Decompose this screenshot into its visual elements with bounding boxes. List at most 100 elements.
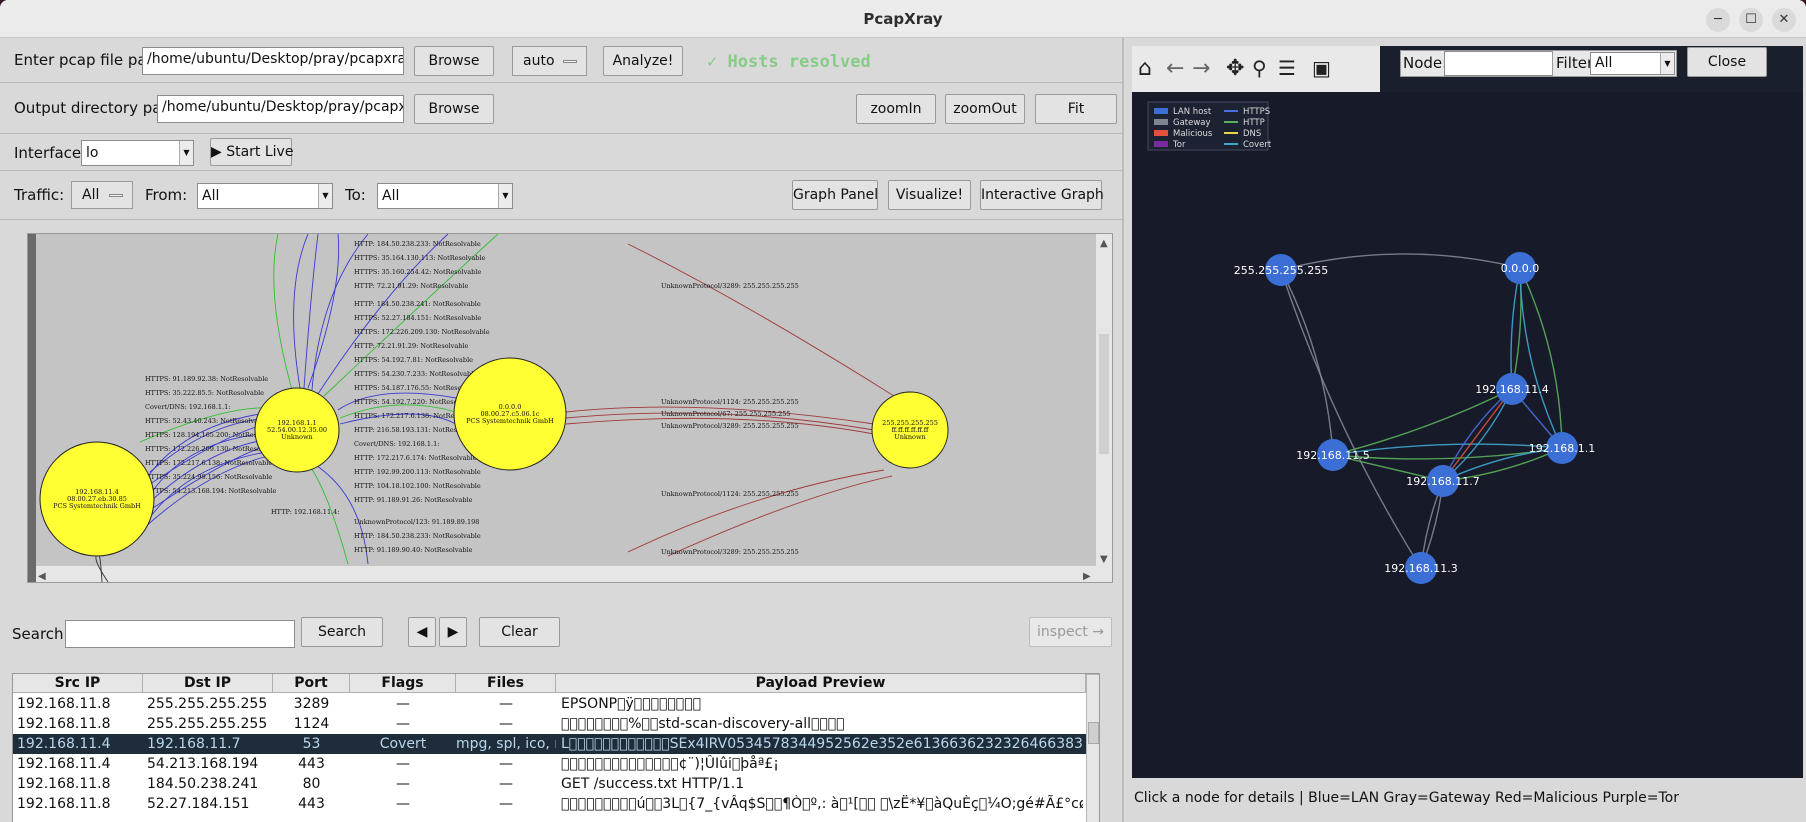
node-label: Unknown (894, 433, 925, 441)
static-graph-canvas: ▲ ▼ ◀ ▶ HTTPS: 91.189.92.38: NotResolvab… (28, 234, 1112, 582)
table-row[interactable]: 192.168.11.8 52.27.184.151 443 — —          ú… (13, 794, 1099, 814)
table-row[interactable]: 192.168.11.4 54.213.168.194 443 — —          … (13, 754, 1099, 774)
filter-select[interactable]: All ▼ (1590, 52, 1675, 75)
from-label: From: (145, 186, 188, 204)
zoom-in-button[interactable]: zoomIn (856, 94, 936, 124)
status-text: ✓ Hosts resolved (707, 52, 871, 72)
col-src-ip[interactable]: Src IP (13, 674, 143, 693)
fit-button[interactable]: Fit (1035, 94, 1117, 124)
table-cell: — (396, 796, 410, 812)
graph-edge (273, 234, 293, 391)
traffic-label: Traffic: (14, 186, 65, 204)
forward-icon[interactable]: → (1192, 56, 1210, 81)
table-cell: 3289 (293, 696, 330, 712)
table-cell: 192.168.11.8 (17, 796, 111, 812)
edge-label: UnknownProtocol/1124: 255.255.255.255 (661, 398, 799, 406)
to-label: To: (345, 186, 366, 204)
table-cell: 192.168.11.7 (147, 736, 241, 752)
edge-label: Covert/DNS: 192.168.1.1: (145, 403, 230, 411)
legend-node-swatch (1154, 119, 1168, 125)
col-port[interactable]: Port (273, 674, 350, 693)
filter-value: All (1595, 55, 1613, 71)
table-cell: 184.50.238.241 (147, 776, 259, 792)
browse-pcap-button[interactable]: Browse (414, 46, 494, 76)
col-flags[interactable]: Flags (350, 674, 456, 693)
mode-select[interactable]: auto (512, 46, 587, 76)
edge-label: HTTPS: 54.192.7.81: NotResolvable (354, 356, 473, 364)
to-value: All (382, 188, 400, 204)
to-select[interactable]: All ▼ (377, 183, 513, 209)
table-cell:         %  std-scan-discovery-all     (561, 716, 845, 732)
svg-text:▼: ▼ (1100, 554, 1108, 565)
node-label: Unknown (281, 433, 312, 441)
graph-panel-button[interactable]: Graph Panel (792, 180, 878, 210)
legend-node-label: LAN host (1173, 107, 1212, 117)
start-live-button[interactable]: ▶ Start Live (210, 138, 293, 166)
interface-select[interactable]: lo ▼ (81, 140, 194, 166)
main-panel: Enter pcap file path: /home/ubuntu/Deskt… (0, 38, 1122, 822)
table-cell: 192.168.11.8 (17, 776, 111, 792)
graph-edge (307, 234, 340, 389)
prev-result-button[interactable]: ◀ (408, 617, 436, 647)
node-label: 255.255.255.255 (1234, 264, 1328, 277)
table-row[interactable]: 192.168.11.8 255.255.255.255 3289 — — EPSONP … (13, 694, 1099, 714)
edge-label: HTTP: 72.21.91.29: NotResolvable (354, 342, 468, 350)
zoom-icon[interactable]: ⚲ (1252, 56, 1267, 80)
table-cell: 192.168.11.4 (17, 736, 111, 752)
legend-node-swatch (1154, 108, 1168, 114)
edge-label: HTTP: 104.18.102.100: NotResolvable (354, 482, 481, 490)
visualize-button[interactable]: Visualize! (888, 180, 971, 210)
static-graph-view[interactable]: ▲ ▼ ◀ ▶ HTTPS: 91.189.92.38: NotResolvab… (27, 233, 1113, 583)
edge-label: HTTP: 192.99.200.113: NotResolvable (354, 468, 481, 476)
node-label: Node: (1403, 54, 1448, 72)
search-input[interactable] (65, 620, 295, 648)
table-cell: — (499, 716, 513, 732)
clear-button[interactable]: Clear (479, 617, 560, 647)
legend-edge-label: HTTP (1243, 118, 1265, 128)
close-panel-button[interactable]: Close (1687, 47, 1767, 77)
table-scroll-thumb[interactable] (1088, 722, 1099, 744)
table-row[interactable]: 192.168.11.4 192.168.11.7 53 Covert mpg, spl… (13, 734, 1099, 754)
browse-output-button[interactable]: Browse (414, 94, 494, 124)
inspect-button[interactable]: inspect → (1029, 617, 1112, 647)
next-result-button[interactable]: ▶ (439, 617, 467, 647)
edge-label: HTTPS: 54.230.7.233: NotResolvable (354, 370, 477, 378)
pan-icon[interactable]: ✥ (1226, 56, 1244, 81)
output-path-input[interactable]: /home/ubuntu/Desktop/pray/pcapxray (157, 95, 404, 123)
pcap-path-input[interactable]: /home/ubuntu/Desktop/pray/pcapxray/S (142, 47, 404, 75)
maximize-button[interactable]: ☐ (1739, 8, 1763, 32)
interactive-graph-button[interactable]: Interactive Graph (980, 180, 1104, 210)
mode-value: auto (523, 53, 555, 69)
legend-node-label: Malicious (1173, 129, 1213, 139)
traffic-select[interactable]: All (71, 181, 133, 209)
save-icon[interactable]: ▣ (1312, 56, 1331, 80)
col-payload[interactable]: Payload Preview (556, 674, 1086, 693)
node-label: PCS Systemtechnik GmbH (466, 417, 554, 425)
configure-icon[interactable]: ☰ (1278, 56, 1296, 80)
interactive-graph-view[interactable]: LAN host Gateway Malicious Tor HTTPS HTTP DNS C… (1132, 92, 1803, 778)
analyze-button[interactable]: Analyze! (603, 46, 683, 76)
col-dst-ip[interactable]: Dst IP (143, 674, 273, 693)
edge-label: HTTPS: 35.164.130.113: NotResolvable (354, 254, 486, 262)
table-row[interactable]: 192.168.11.8 184.50.238.241 80 — — GET /succe… (13, 774, 1099, 794)
table-row[interactable]: 192.168.11.8 255.255.255.255 1124 — —        … (13, 714, 1099, 734)
legend-edge-label: DNS (1243, 129, 1261, 139)
edge-label: Covert/DNS: 192.168.1.1: (354, 440, 439, 448)
from-select[interactable]: All ▼ (197, 183, 333, 209)
edge-label: HTTPS: 54.213.168.194: NotResolvable (145, 487, 277, 495)
table-scrollbar[interactable] (1086, 674, 1099, 822)
home-icon[interactable]: ⌂ (1138, 56, 1152, 81)
minimize-button[interactable]: ─ (1706, 8, 1730, 32)
col-files[interactable]: Files (456, 674, 556, 693)
app-window: PcapXray ─ ☐ ✕ Enter pcap file path: /ho… (0, 0, 1806, 822)
search-button[interactable]: Search (301, 617, 383, 647)
back-icon[interactable]: ← (1166, 56, 1184, 81)
node-input[interactable] (1444, 51, 1560, 76)
zoom-out-button[interactable]: zoomOut (945, 94, 1025, 124)
edge-label: HTTP: 91.189.91.26: NotResolvable (354, 496, 473, 504)
table-cell: — (499, 796, 513, 812)
close-window-button[interactable]: ✕ (1772, 8, 1796, 32)
graph-edge (1280, 269, 1334, 456)
table-cell: — (396, 776, 410, 792)
edge-label: UnknownProtocol/123: 91.189.89.198 (354, 518, 479, 526)
